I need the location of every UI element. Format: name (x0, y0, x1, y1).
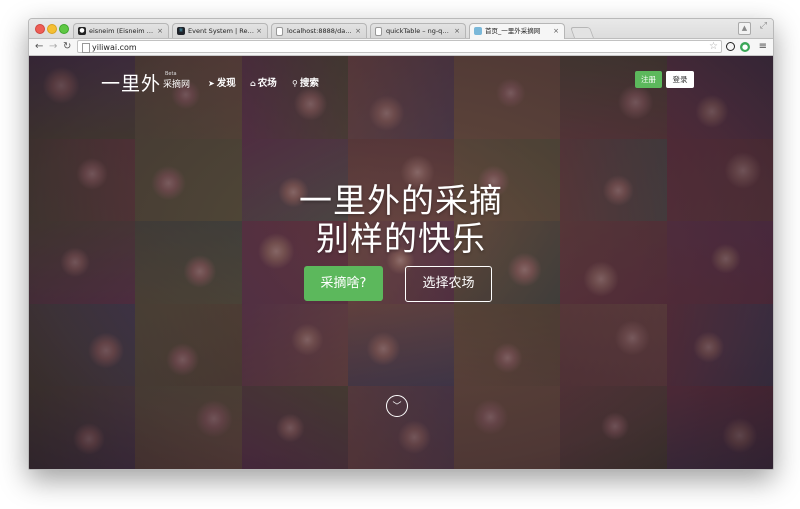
paper-plane-icon: ➤ (208, 79, 215, 88)
close-tab-icon[interactable]: × (553, 24, 559, 39)
what-to-pick-button[interactable]: 采摘啥? (304, 266, 383, 301)
close-tab-icon[interactable]: × (355, 24, 361, 38)
nav-farms[interactable]: ⌂ 农场 (250, 75, 277, 89)
profile-icon[interactable]: ▲ (738, 22, 751, 35)
tab-title: 首页_一里外采摘网 (485, 27, 541, 35)
nav-search[interactable]: ⚲ 搜索 (292, 75, 319, 89)
tab-title: eisneim (Eisneim Terry) · G (89, 27, 155, 35)
browser-toolbar: ← → ↻ yiliwai.com ☆ ● ≡ (29, 39, 773, 56)
logo-subtitle: 采摘网 (163, 80, 191, 90)
tab-quicktable[interactable]: quickTable – ng-quick-tab × (370, 23, 466, 38)
site-header: 一里外 Beta 采摘网 ➤ 发现 ⌂ 农场 ⚲ 搜索 注册 登录 (29, 56, 773, 106)
extension-icon[interactable]: ● (740, 42, 750, 52)
register-button[interactable]: 注册 (635, 71, 662, 88)
nav-label: 搜索 (299, 78, 319, 89)
close-tab-icon[interactable]: × (157, 24, 163, 38)
page-icon (82, 43, 90, 53)
minimize-window-button[interactable] (47, 24, 57, 34)
zoom-window-button[interactable] (59, 24, 69, 34)
browser-window: ● eisneim (Eisneim Terry) · G × ⚛ Event … (28, 18, 774, 470)
choose-farm-button[interactable]: 选择农场 (405, 266, 492, 302)
tab-yiliwai[interactable]: 首页_一里外采摘网 × (469, 23, 565, 39)
github-icon: ● (78, 27, 86, 35)
page-icon (375, 27, 382, 36)
tab-title: quickTable – ng-quick-tab (386, 27, 452, 35)
nav-discover[interactable]: ➤ 发现 (208, 75, 236, 89)
login-button[interactable]: 登录 (666, 71, 694, 88)
chevron-down-icon[interactable]: ﹀ (386, 395, 408, 417)
tab-title: localhost:8888/data/port (287, 27, 353, 35)
address-text: yiliwai.com (92, 43, 137, 52)
react-icon: ⚛ (177, 27, 185, 35)
new-tab-button[interactable] (569, 27, 595, 38)
hero-title-line-2: 别样的快乐 (316, 219, 486, 258)
search-icon: ⚲ (292, 79, 298, 88)
back-icon[interactable]: ← (35, 40, 43, 54)
close-tab-icon[interactable]: × (256, 24, 262, 38)
tab-github[interactable]: ● eisneim (Eisneim Terry) · G × (73, 23, 169, 38)
tab-title: Event System | React (188, 27, 254, 35)
block-extension-icon[interactable] (726, 42, 735, 51)
tab-react[interactable]: ⚛ Event System | React × (172, 23, 268, 38)
reload-icon[interactable]: ↻ (63, 40, 71, 54)
menu-icon[interactable]: ≡ (759, 41, 767, 53)
close-tab-icon[interactable]: × (454, 24, 460, 38)
nav-label: 农场 (257, 78, 277, 89)
home-icon: ⌂ (250, 79, 256, 88)
tab-strip: ● eisneim (Eisneim Terry) · G × ⚛ Event … (29, 19, 773, 39)
nav-label: 发现 (216, 78, 236, 89)
site-logo[interactable]: 一里外 (101, 69, 161, 96)
page-viewport: 一里外 Beta 采摘网 ➤ 发现 ⌂ 农场 ⚲ 搜索 注册 登录 一里外的采摘 别样… (29, 56, 773, 469)
close-window-button[interactable] (35, 24, 45, 34)
page-icon (276, 27, 283, 36)
forward-icon[interactable]: → (49, 40, 57, 54)
tab-localhost[interactable]: localhost:8888/data/port × (271, 23, 367, 38)
bookmark-star-icon[interactable]: ☆ (709, 41, 718, 53)
fullscreen-icon[interactable]: ⤢ (760, 21, 767, 31)
address-bar[interactable]: yiliwai.com ☆ (77, 40, 722, 53)
site-icon (474, 27, 482, 35)
